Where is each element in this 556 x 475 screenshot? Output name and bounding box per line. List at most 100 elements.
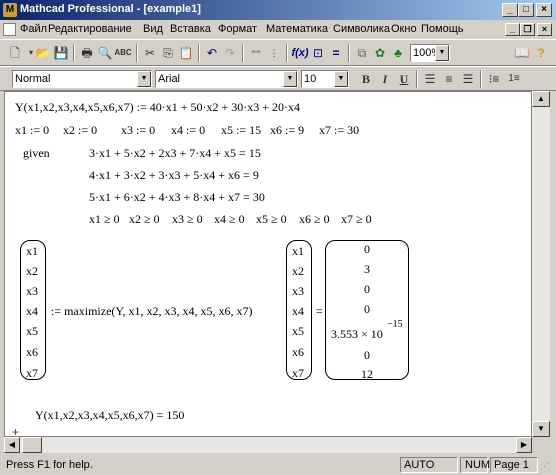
result-var-x5: x5 [292,324,304,338]
cut-icon[interactable]: ✂ [141,44,159,62]
bullet-list-icon[interactable]: ⁝≡ [485,70,503,88]
init-x3[interactable]: x3 := 0 [121,123,155,138]
style-dropdown-icon[interactable]: ▼ [137,71,151,87]
init-x4[interactable]: x4 := 0 [171,123,205,138]
horizontal-scrollbar[interactable]: ◀ ▶ [4,437,532,453]
print-preview-icon[interactable]: 🔍 [96,44,114,62]
left-vec-x1: x1 [26,244,38,258]
scroll-down-icon[interactable]: ▼ [532,421,550,437]
resources-icon[interactable]: ✿ [371,44,389,62]
menu-edit[interactable]: Редактирование [48,23,132,35]
resize-grip-icon[interactable]: ⋰ [540,459,554,473]
menu-window[interactable]: Окно [391,23,417,35]
doc-close-button[interactable]: × [537,23,552,36]
copy-icon[interactable]: ⎘ [159,44,177,62]
print-icon[interactable]: 🖶 [78,44,96,62]
paste-icon[interactable]: 📋 [177,44,195,62]
left-vec-x2: x2 [26,264,38,278]
vertical-scrollbar[interactable]: ▲ ▼ [532,91,550,437]
align-across-icon[interactable]: ⁼⁼ [247,44,265,62]
constraint-3[interactable]: 5·x1 + 6·x2 + 4·x3 + 8·x4 + x7 = 30 [89,190,265,205]
maximize-call[interactable]: := maximize(Y, x1, x2, x3, x4, x5, x6, x… [51,304,253,319]
nonneg-x3[interactable]: x3 ≥ 0 [172,212,203,227]
resource-center-icon[interactable]: 📖 [513,44,531,62]
scroll-left-icon[interactable]: ◀ [4,437,20,453]
align-down-icon[interactable]: ⋮ [265,44,283,62]
menu-file[interactable]: Файл [20,23,47,35]
init-x5[interactable]: x5 := 15 [221,123,261,138]
document-icon[interactable] [3,23,16,36]
left-vec-x6: x6 [26,345,38,359]
nonneg-x4[interactable]: x4 ≥ 0 [214,212,245,227]
menu-view[interactable]: Вид [143,23,163,35]
init-x1[interactable]: x1 := 0 [15,123,49,138]
title-bar: M Mathcad Professional - [example1] _ □ … [0,0,556,20]
minimize-button[interactable]: _ [502,3,518,17]
insert-function-icon[interactable]: f(x) [291,44,309,62]
init-x7[interactable]: x7 := 30 [319,123,359,138]
equals-sign: = [316,304,323,318]
save-icon[interactable]: 💾 [52,44,70,62]
italic-button[interactable]: I [376,70,394,88]
init-x2[interactable]: x2 := 0 [63,123,97,138]
scroll-right-icon[interactable]: ▶ [516,437,532,453]
init-x6[interactable]: x6 := 9 [270,123,304,138]
align-right-icon[interactable]: ☰ [459,70,477,88]
align-left-icon[interactable]: ☰ [421,70,439,88]
doc-restore-button[interactable]: ❐ [520,23,535,36]
nonneg-x2[interactable]: x2 ≥ 0 [129,212,160,227]
left-vec-x7: x7 [26,366,38,380]
open-folder-icon[interactable]: 📂 [34,44,52,62]
collaboratory-icon[interactable]: ♣ [389,44,407,62]
components-icon[interactable]: ⧉ [353,44,371,62]
redo-icon[interactable]: ↷ [221,44,239,62]
solution-x2: 3 [364,262,370,276]
mathcad-app-icon[interactable]: M [3,3,17,17]
constraint-1[interactable]: 3·x1 + 5·x2 + 2x3 + 7·x4 + x5 = 15 [89,146,261,161]
insert-unit-icon[interactable]: ⊡ [309,44,327,62]
horizontal-scroll-thumb[interactable] [22,437,42,453]
left-vec-x3: x3 [26,284,38,298]
undo-icon[interactable]: ↶ [203,44,221,62]
constraint-2[interactable]: 4·x1 + 3·x2 + 3·x3 + 5·x4 + x6 = 9 [89,168,259,183]
menu-symbolics[interactable]: Символика [333,23,390,35]
menu-format[interactable]: Формат [218,23,257,35]
menu-math[interactable]: Математика [266,23,328,35]
objective-definition[interactable]: Y(x1,x2,x3,x4,x5,x6,x7) := 40·x1 + 50·x2… [15,100,300,115]
zoom-combo[interactable]: 100% ▼ [410,44,450,62]
given-keyword[interactable]: given [23,146,50,161]
final-evaluation[interactable]: Y(x1,x2,x3,x4,x5,x6,x7) = 150 [35,408,184,423]
calculate-icon[interactable]: = [327,44,345,62]
menu-bar: Файл Редактирование Вид Вставка Формат М… [0,20,556,39]
doc-minimize-button[interactable]: _ [505,23,520,36]
formatting-toolbar: Normal ▼ Arial ▼ 10 ▼ B I U ☰ ≡ ☰ ⁝≡ 1≡ [0,66,556,91]
left-vec-x5: x5 [26,324,38,338]
zoom-dropdown-icon[interactable]: ▼ [435,45,449,61]
numbered-list-icon[interactable]: 1≡ [505,70,523,88]
font-dropdown-icon[interactable]: ▼ [283,71,297,87]
solution-x5-exponent: −15 [387,319,403,330]
maximize-button[interactable]: □ [518,3,534,17]
bold-button[interactable]: B [357,70,375,88]
solution-x5-mantissa: 3.553 × 10 [331,327,383,341]
nonneg-x5[interactable]: x5 ≥ 0 [256,212,287,227]
worksheet[interactable]: Y(x1,x2,x3,x4,x5,x6,x7) := 40·x1 + 50·x2… [4,91,532,437]
result-var-x2: x2 [292,264,304,278]
nonneg-x7[interactable]: x7 ≥ 0 [341,212,372,227]
help-icon[interactable]: ? [532,44,550,62]
underline-button[interactable]: U [395,70,413,88]
close-button[interactable]: × [536,3,552,17]
nonneg-x6[interactable]: x6 ≥ 0 [299,212,330,227]
result-var-x3: x3 [292,284,304,298]
menu-insert[interactable]: Вставка [170,23,211,35]
align-center-icon[interactable]: ≡ [440,70,458,88]
nonneg-x1[interactable]: x1 ≥ 0 [89,212,120,227]
font-size-dropdown-icon[interactable]: ▼ [334,71,348,87]
status-bar: Press F1 for help. AUTO NUM Page 1 ⋰ [0,455,556,475]
menu-help[interactable]: Помощь [421,23,464,35]
font-combo[interactable]: Arial ▼ [155,70,298,88]
style-combo[interactable]: Normal ▼ [12,70,152,88]
spell-check-icon[interactable]: ABC [114,44,132,62]
font-size-combo[interactable]: 10 ▼ [301,70,349,88]
scroll-up-icon[interactable]: ▲ [532,91,550,107]
